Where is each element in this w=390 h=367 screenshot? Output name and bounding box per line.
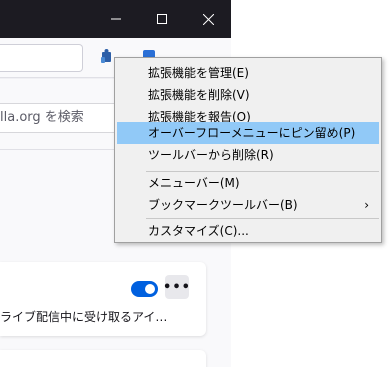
menu-item-label: 拡張機能を削除(V): [148, 88, 250, 102]
more-options-button[interactable]: •••: [163, 275, 190, 299]
menu-item-label: 拡張機能を管理(E): [148, 66, 249, 80]
minimize-icon: [111, 18, 121, 20]
close-button[interactable]: [185, 0, 231, 38]
menu-item-label: オーバーフローメニューにピン留め(P): [148, 126, 356, 140]
title-bar: [0, 0, 231, 38]
menu-item-menu-bar[interactable]: メニューバー(M): [117, 172, 379, 194]
puzzle-icon: [101, 49, 111, 63]
menu-item-label: ツールバーから削除(R): [148, 148, 274, 162]
menu-item-customize[interactable]: カスタマイズ(C)...: [117, 220, 379, 242]
menu-separator: [146, 218, 379, 219]
close-icon: [202, 13, 214, 25]
menu-item-label: カスタマイズ(C)...: [148, 224, 249, 238]
search-input[interactable]: lla.org を検索: [0, 103, 124, 133]
maximize-button[interactable]: [139, 0, 185, 38]
menu-item-bookmarks-toolbar[interactable]: ブックマークツールバー(B) ›: [117, 194, 379, 216]
extension-card: ••• ライブ配信中に受け取るアイ…: [0, 262, 206, 336]
extension-description: ライブ配信中に受け取るアイ…: [0, 310, 168, 324]
menu-item-pin-to-overflow[interactable]: オーバーフローメニューにピン留め(P): [117, 122, 379, 144]
context-menu: 拡張機能を管理(E) 拡張機能を削除(V) 拡張機能を報告(O) オーバーフロー…: [114, 57, 382, 243]
menu-item-label: メニューバー(M): [148, 176, 240, 190]
extension-card-2: [0, 350, 206, 367]
enable-toggle[interactable]: [131, 281, 158, 297]
menu-item-remove-extension[interactable]: 拡張機能を削除(V): [117, 84, 379, 106]
url-bar[interactable]: [0, 44, 83, 72]
minimize-button[interactable]: [93, 0, 139, 38]
menu-item-remove-from-toolbar[interactable]: ツールバーから削除(R): [117, 144, 379, 166]
menu-item-manage-extension[interactable]: 拡張機能を管理(E): [117, 62, 379, 84]
menu-item-label: ブックマークツールバー(B): [148, 198, 298, 212]
maximize-icon: [157, 14, 167, 24]
submenu-arrow-icon: ›: [364, 198, 369, 212]
